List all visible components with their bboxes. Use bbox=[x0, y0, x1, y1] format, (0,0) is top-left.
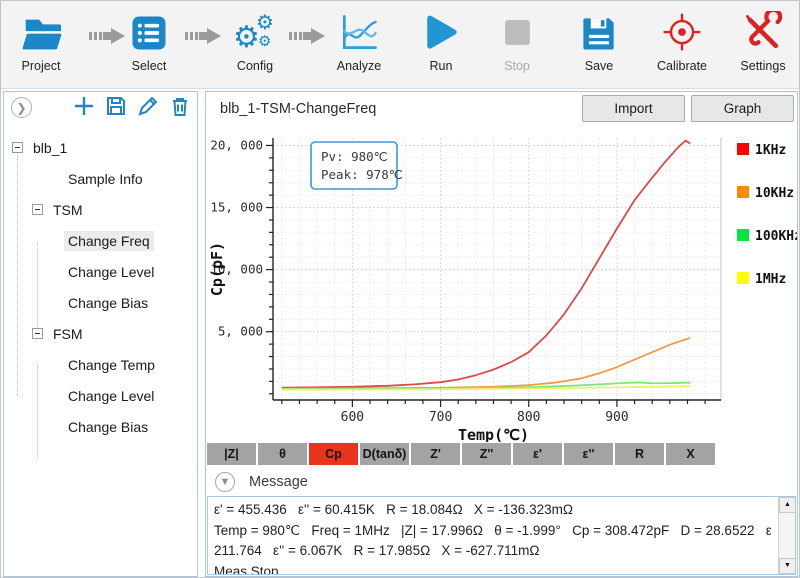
chart-icon bbox=[327, 7, 391, 59]
tree-node-fsm[interactable]: FSM bbox=[4, 318, 197, 349]
svg-text:Peak: 978℃: Peak: 978℃ bbox=[321, 167, 403, 182]
svg-text:900: 900 bbox=[605, 410, 628, 425]
tree-node-tsm-change-bias[interactable]: Change Bias bbox=[4, 287, 197, 318]
expander-icon[interactable] bbox=[32, 328, 43, 339]
delete-icon[interactable] bbox=[169, 95, 191, 117]
tab-z-imag[interactable]: Z'' bbox=[462, 443, 511, 465]
tree-toolbar: ❯ bbox=[4, 92, 197, 124]
project-tree: blb_1 Sample Info TSM Change Freq Change… bbox=[4, 132, 197, 442]
message-header: ▼ Message bbox=[206, 467, 797, 496]
svg-text:Temp(℃): Temp(℃) bbox=[458, 426, 529, 442]
config-button[interactable]: ⚙⚙⚙ Config bbox=[223, 7, 287, 85]
main-header: blb_1-TSM-ChangeFreq Import Graph bbox=[206, 92, 797, 128]
parameter-tabbar: |Z| θ Cp D(tanδ) Z' Z'' ε' ε'' R X bbox=[207, 443, 715, 466]
cp-vs-temp-chart: 6007008009005, 00010, 00015, 00020, 000T… bbox=[206, 128, 797, 442]
tab-r[interactable]: R bbox=[615, 443, 664, 465]
config-label: Config bbox=[223, 59, 287, 73]
svg-text:15, 000: 15, 000 bbox=[210, 200, 263, 215]
stop-icon bbox=[485, 7, 549, 59]
message-log[interactable]: ε' = 455.436 ε'' = 60.415K R = 18.084Ω X… bbox=[207, 496, 796, 575]
stop-label: Stop bbox=[485, 59, 549, 73]
svg-text:Cp(pF): Cp(pF) bbox=[208, 242, 226, 296]
settings-button[interactable]: Settings bbox=[731, 7, 795, 85]
svg-text:100KHz: 100KHz bbox=[755, 229, 797, 244]
gears-icon: ⚙⚙⚙ bbox=[223, 7, 287, 59]
folder-icon bbox=[9, 7, 73, 59]
collapse-panel-button[interactable]: ❯ bbox=[11, 97, 32, 118]
chart-area: 6007008009005, 00010, 00015, 00020, 000T… bbox=[206, 128, 797, 442]
edit-icon[interactable] bbox=[137, 95, 159, 117]
chevron-down-icon[interactable]: ▼ bbox=[215, 472, 235, 492]
message-line: ε' = 455.436 ε'' = 60.415K R = 18.084Ω X… bbox=[214, 500, 771, 521]
svg-text:1KHz: 1KHz bbox=[755, 143, 786, 158]
tree-node-tsm-change-level[interactable]: Change Level bbox=[4, 256, 197, 287]
page-title: blb_1-TSM-ChangeFreq bbox=[220, 101, 376, 117]
svg-text:800: 800 bbox=[517, 410, 540, 425]
analyze-button[interactable]: Analyze bbox=[327, 7, 391, 85]
tools-icon bbox=[731, 7, 795, 59]
tab-eps-imag[interactable]: ε'' bbox=[564, 443, 613, 465]
list-icon bbox=[117, 7, 181, 59]
app-window: Project Select ⚙⚙⚙ Config bbox=[0, 0, 800, 578]
import-button[interactable]: Import bbox=[582, 95, 685, 122]
project-tree-panel: ❯ blb_1 Sample Info TSM Change Freq Chan… bbox=[3, 91, 198, 577]
message-line: Temp = 980℃ Freq = 1MHz |Z| = 17.996Ω θ … bbox=[214, 521, 771, 542]
main-panel: blb_1-TSM-ChangeFreq Import Graph 600 700… bbox=[205, 91, 798, 577]
save-button[interactable]: Save bbox=[567, 7, 631, 85]
save-label: Save bbox=[567, 59, 631, 73]
tab-d-tand[interactable]: D(tanδ) bbox=[360, 443, 409, 465]
tree-node-sample-info[interactable]: Sample Info bbox=[4, 163, 197, 194]
svg-text:1MHz: 1MHz bbox=[755, 272, 786, 287]
run-label: Run bbox=[409, 59, 473, 73]
floppy-icon bbox=[567, 7, 631, 59]
tree-node-tsm[interactable]: TSM bbox=[4, 194, 197, 225]
tab-z-real[interactable]: Z' bbox=[411, 443, 460, 465]
analyze-label: Analyze bbox=[327, 59, 391, 73]
save-tree-icon[interactable] bbox=[105, 95, 127, 117]
tab-eps-real[interactable]: ε' bbox=[513, 443, 562, 465]
flow-arrow-icon bbox=[288, 27, 326, 45]
svg-text:10KHz: 10KHz bbox=[755, 186, 794, 201]
svg-text:600: 600 bbox=[341, 410, 364, 425]
tree-node-tsm-change-freq[interactable]: Change Freq bbox=[4, 225, 197, 256]
add-icon[interactable] bbox=[73, 95, 95, 117]
settings-label: Settings bbox=[731, 59, 795, 73]
message-line: 211.764 ε'' = 6.067K R = 17.985Ω X = -62… bbox=[214, 541, 771, 562]
svg-text:20, 000: 20, 000 bbox=[210, 137, 263, 152]
message-scrollbar[interactable]: ▲ ▼ bbox=[778, 497, 795, 574]
expander-icon[interactable] bbox=[32, 204, 43, 215]
flow-arrow-icon bbox=[184, 27, 222, 45]
tab-x[interactable]: X bbox=[666, 443, 715, 465]
project-label: Project bbox=[9, 59, 73, 73]
graph-button[interactable]: Graph bbox=[691, 95, 794, 122]
tab-theta[interactable]: θ bbox=[258, 443, 307, 465]
message-line: Meas Stop bbox=[214, 562, 771, 576]
tree-node-fsm-change-bias[interactable]: Change Bias bbox=[4, 411, 197, 442]
tree-node-fsm-change-level[interactable]: Change Level bbox=[4, 380, 197, 411]
project-button[interactable]: Project bbox=[9, 7, 73, 85]
toolbar: Project Select ⚙⚙⚙ Config bbox=[1, 1, 800, 89]
calibrate-button[interactable]: Calibrate bbox=[650, 7, 714, 85]
scroll-down-icon[interactable]: ▼ bbox=[779, 558, 796, 574]
tree-node-blb1[interactable]: blb_1 bbox=[4, 132, 197, 163]
target-icon bbox=[650, 7, 714, 59]
select-button[interactable]: Select bbox=[117, 7, 181, 85]
message-title: Message bbox=[249, 474, 308, 490]
svg-text:Pv: 980℃: Pv: 980℃ bbox=[321, 149, 388, 164]
scroll-up-icon[interactable]: ▲ bbox=[779, 497, 796, 513]
run-button[interactable]: Run bbox=[409, 7, 473, 85]
expander-icon[interactable] bbox=[12, 142, 23, 153]
tab-z-mag[interactable]: |Z| bbox=[207, 443, 256, 465]
tab-cp[interactable]: Cp bbox=[309, 443, 358, 465]
svg-text:700: 700 bbox=[429, 410, 452, 425]
stop-button[interactable]: Stop bbox=[485, 7, 549, 85]
tree-node-fsm-change-temp[interactable]: Change Temp bbox=[4, 349, 197, 380]
select-label: Select bbox=[117, 59, 181, 73]
calibrate-label: Calibrate bbox=[650, 59, 714, 73]
play-icon bbox=[409, 7, 473, 59]
svg-text:5, 000: 5, 000 bbox=[218, 324, 263, 339]
